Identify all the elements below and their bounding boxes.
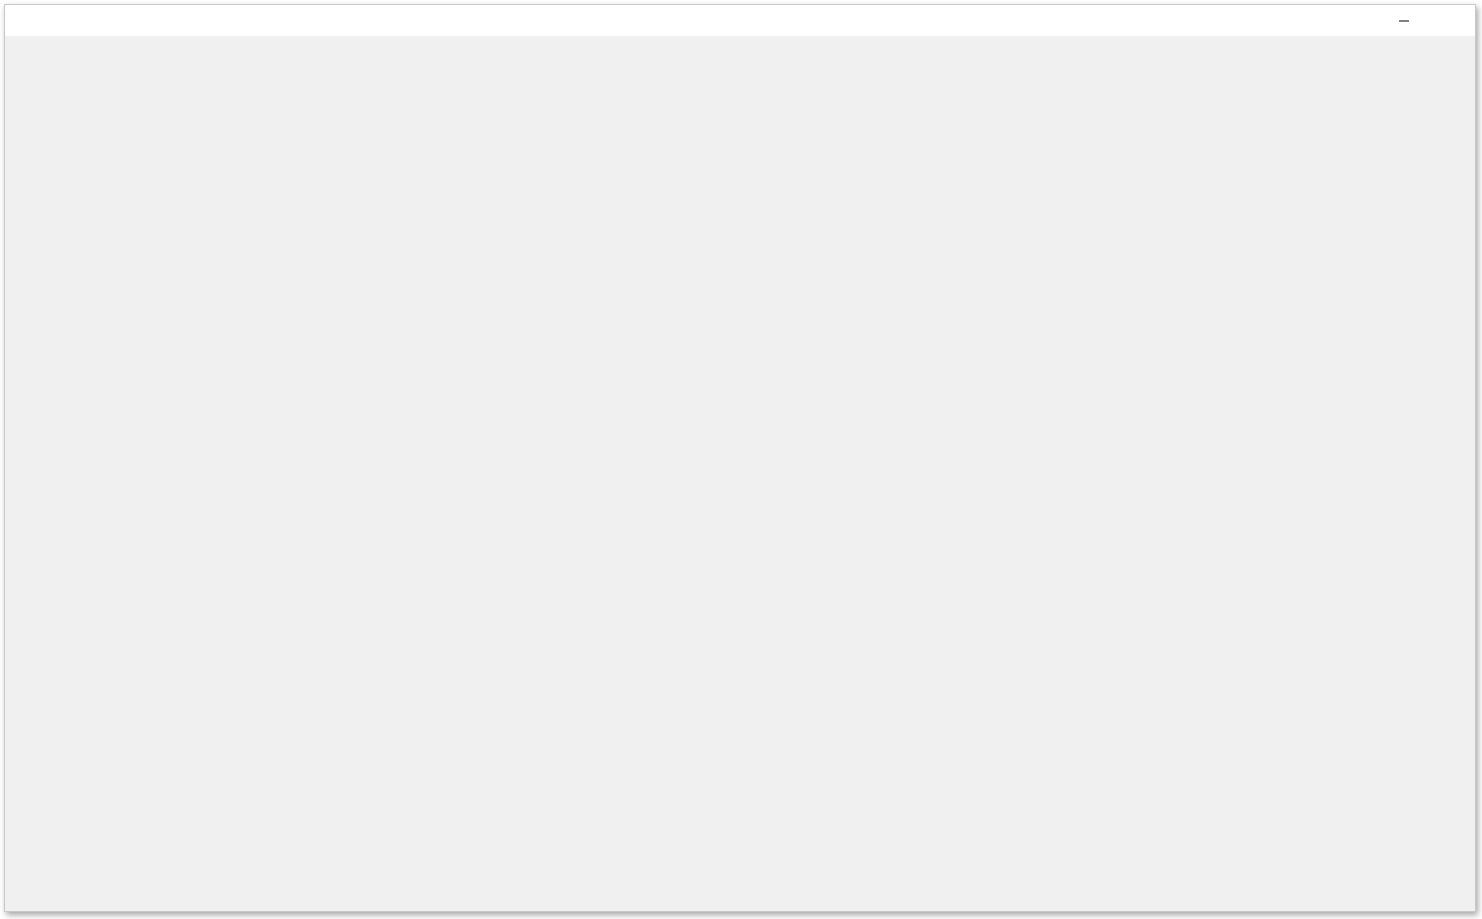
mapping-definition-dialog bbox=[4, 4, 1476, 912]
title-bar bbox=[5, 5, 1475, 36]
